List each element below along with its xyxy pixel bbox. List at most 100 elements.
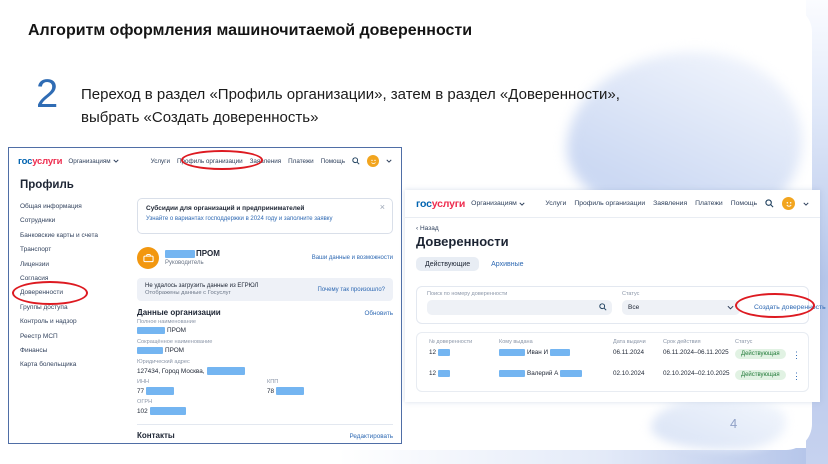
- field-kpp: КПП 78: [267, 379, 305, 395]
- slide: Алгоритм оформления машиночитаемой довер…: [0, 0, 828, 464]
- notice-line2: Отображены данные с Госуслуг: [145, 290, 231, 297]
- tabs: Действующие Архивные: [416, 257, 524, 271]
- field-label: Полное наименование: [137, 319, 196, 325]
- edit-link[interactable]: Редактировать: [350, 433, 394, 440]
- nav-payments[interactable]: Платежи: [695, 200, 723, 207]
- search-icon: [599, 303, 607, 311]
- divider: [137, 424, 393, 425]
- sidebar-item-employees[interactable]: Сотрудники: [20, 217, 132, 231]
- egrul-notice: Не удалось загрузить данные из ЕГРЮЛ Ото…: [137, 278, 393, 301]
- search-icon[interactable]: [765, 199, 774, 208]
- redacted-box: [438, 370, 451, 377]
- sidebar-item-licenses[interactable]: Лицензии: [20, 261, 132, 275]
- sidebar-item-fan-card[interactable]: Карта болельщика: [20, 361, 132, 375]
- step-number: 2: [36, 72, 59, 116]
- search-input[interactable]: [427, 299, 612, 315]
- issue-date: 02.10.2024: [613, 370, 645, 377]
- contacts-heading: Контакты: [137, 431, 175, 440]
- back-link[interactable]: ‹ Назад: [416, 225, 439, 232]
- close-icon[interactable]: ×: [380, 202, 385, 212]
- step-text-line2: выбрать «Создать доверенность»: [81, 108, 319, 126]
- nav-help[interactable]: Помощь: [731, 200, 757, 207]
- org-name-suffix: ПРОМ: [196, 249, 220, 258]
- redacted-box: [165, 249, 195, 258]
- col-issue-date: Дата выдачи: [613, 339, 646, 345]
- nav-services[interactable]: Услуги: [545, 200, 566, 207]
- avatar-smiley-icon[interactable]: [367, 155, 379, 167]
- field-value: 77: [137, 387, 145, 395]
- nav-payments[interactable]: Платежи: [288, 158, 314, 165]
- redacted-box: [499, 370, 525, 377]
- nav-services[interactable]: Услуги: [151, 158, 170, 165]
- notice-line1: Не удалось загрузить данные из ЕГРЮЛ: [145, 282, 259, 289]
- sidebar-item-finance[interactable]: Финансы: [20, 347, 132, 361]
- status-select[interactable]: Все: [622, 299, 740, 315]
- portal-header: госуслуги Организациям Услуги Профиль ор…: [9, 148, 401, 174]
- redacted-box: [276, 387, 305, 395]
- sidebar-item-bank-cards[interactable]: Банковские карты и счета: [20, 232, 132, 246]
- your-data-link[interactable]: Ваши данные и возможности: [312, 255, 393, 261]
- audience-dropdown[interactable]: Организациям: [471, 200, 525, 207]
- validity-period: 06.11.2024–06.11.2025: [663, 349, 729, 356]
- refresh-link[interactable]: Обновить: [364, 310, 393, 317]
- nav-help[interactable]: Помощь: [321, 158, 345, 165]
- col-validity: Срок действия: [663, 339, 701, 345]
- banner-link[interactable]: Узнайте о вариантах господдержки в 2024 …: [146, 216, 384, 222]
- field-ogrn: ОГРН 102: [137, 399, 186, 415]
- chevron-down-icon[interactable]: [386, 159, 392, 163]
- audience-dropdown[interactable]: Организациям: [68, 157, 119, 165]
- chevron-down-icon[interactable]: [803, 202, 809, 206]
- org-data-heading: Данные организации: [137, 308, 221, 317]
- gosuslugi-logo[interactable]: госуслуги: [18, 155, 63, 167]
- sidebar-item-access-groups[interactable]: Группы доступа: [20, 304, 132, 318]
- page-title: Доверенности: [416, 234, 509, 249]
- field-label: ИНН: [137, 379, 150, 385]
- slide-title: Алгоритм оформления машиночитаемой довер…: [28, 22, 473, 39]
- validity-period: 02.10.2024–02.10.2025: [663, 370, 730, 377]
- table-row: 12 Валерий А 02.10.2024 02.10.2024–02.10…: [417, 370, 808, 384]
- org-name: ПРОМ: [165, 249, 220, 258]
- annotation-ellipse-profile-org: [181, 150, 263, 170]
- sidebar-item-transport[interactable]: Транспорт: [20, 246, 132, 260]
- profile-sidebar: Общая информация Сотрудники Банковские к…: [12, 203, 132, 376]
- avatar-smiley-icon[interactable]: [782, 197, 795, 210]
- audience-label: Организациям: [471, 200, 517, 207]
- field-short-name: Сокращённое наименование ПРОМ: [137, 339, 212, 354]
- field-label: Юридический адрес: [137, 359, 190, 365]
- tab-archived-powers[interactable]: Архивные: [491, 261, 523, 268]
- status-field-group: Статус Все: [622, 291, 740, 315]
- notice-text: Не удалось загрузить данные из ЕГРЮЛ Ото…: [145, 283, 258, 297]
- chevron-down-icon: [727, 305, 734, 310]
- tab-active-powers[interactable]: Действующие: [416, 257, 480, 271]
- field-value: 127434, Город Москва,: [137, 367, 205, 375]
- back-label: Назад: [419, 225, 439, 232]
- portal-nav: Услуги Профиль организации Заявления Пла…: [545, 197, 809, 210]
- status-field-label: Статус: [622, 291, 640, 297]
- table-row: 12 Иван И 06.11.2024 06.11.2024–06.11.20…: [417, 349, 808, 363]
- field-full-name: Полное наименование ПРОМ: [137, 319, 196, 334]
- col-status: Статус: [735, 339, 753, 345]
- field-label: ОГРН: [137, 399, 153, 405]
- kebab-menu-icon[interactable]: ⋮: [792, 350, 801, 361]
- nav-org-profile[interactable]: Профиль организации: [574, 200, 645, 207]
- back-chevron-icon: ‹: [416, 225, 419, 232]
- audience-label: Организациям: [68, 157, 111, 165]
- logo-part-uslugi: услуги: [32, 155, 63, 167]
- annotation-ellipse-powers: [12, 281, 88, 305]
- banner-title: Субсидии для организаций и предпринимате…: [146, 205, 305, 212]
- sidebar-item-general-info[interactable]: Общая информация: [20, 203, 132, 217]
- issue-date: 06.11.2024: [613, 349, 645, 356]
- nav-applications[interactable]: Заявления: [653, 200, 687, 207]
- kebab-menu-icon[interactable]: ⋮: [792, 371, 801, 382]
- search-icon[interactable]: [352, 157, 360, 165]
- field-value: ПРОМ: [165, 347, 185, 354]
- search-field-label: Поиск по номеру доверенности: [427, 291, 508, 297]
- field-legal-address: Юридический адрес 127434, Город Москва,: [137, 359, 245, 375]
- why-happened-link[interactable]: Почему так произошло?: [318, 287, 386, 293]
- contacts-header: Контакты Редактировать: [137, 431, 393, 440]
- redacted-box: [137, 327, 165, 334]
- sidebar-item-msp-register[interactable]: Реестр МСП: [20, 333, 132, 347]
- gosuslugi-logo[interactable]: госуслуги: [416, 198, 465, 210]
- organization-card: ПРОМ Руководитель Ваши данные и возможно…: [137, 241, 393, 274]
- sidebar-item-control-supervision[interactable]: Контроль и надзор: [20, 318, 132, 332]
